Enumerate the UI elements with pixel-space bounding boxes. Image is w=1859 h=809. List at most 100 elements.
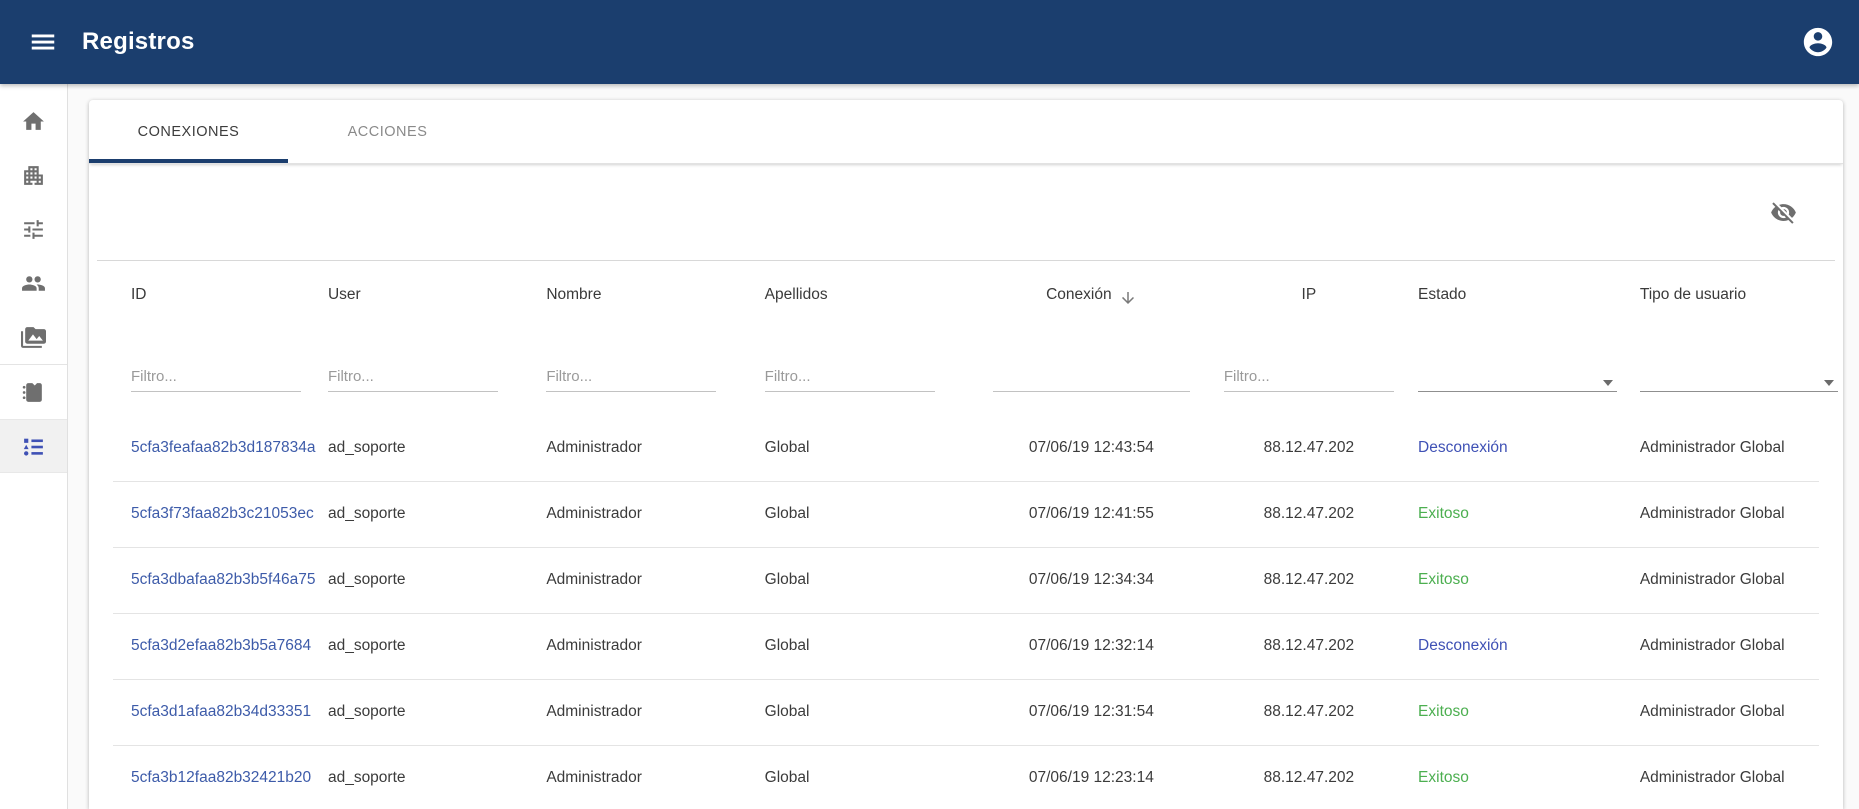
cell-ip: 88.12.47.202 [1200,547,1418,613]
sidebar-item-registros[interactable] [0,419,67,473]
tune-icon [21,217,46,242]
table-row: 5cfa3feafaa82b3d187834aad_soporteAdminis… [113,415,1819,481]
content-card: CONEXIONES ACCIONES [89,100,1843,809]
table-toolbar [89,164,1843,260]
cell-apellidos: Global [765,415,983,481]
sidebar-item-notebook[interactable] [0,365,67,419]
record-id-link[interactable]: 5cfa3dbafaa82b3b5f46a75 [131,571,315,588]
tab-acciones[interactable]: ACCIONES [288,100,487,163]
cell-user: ad_soporte [328,679,546,745]
cell-nombre: Administrador [546,415,764,481]
column-label-ip: IP [1302,286,1317,303]
menu-icon [28,27,58,57]
table-row: 5cfa3d1afaa82b34d33351 ad_soporte Administ… [113,679,1819,745]
cell-estado: Desconexión [1418,613,1640,679]
cell-apellidos: Global [765,481,983,547]
dropdown-arrow-icon [1824,380,1834,386]
sidebar-item-settings[interactable] [0,202,67,256]
filter-select-tipo[interactable] [1640,366,1838,392]
cell-ip: 88.12.47.202 [1200,613,1418,679]
column-header-user[interactable]: User [328,261,546,329]
tab-conexiones-label: CONEXIONES [138,124,240,140]
sidebar [0,84,68,809]
column-label-tipo: Tipo de usuario [1640,286,1746,303]
record-id-link[interactable]: 5cfa3b12faa82b32421b20 [131,769,311,786]
cell-id[interactable]: 5cfa3b12faa82b32421b20 [113,745,328,809]
record-id-link[interactable]: 5cfa3d1afaa82b34d33351 [131,703,311,720]
filter-input-id[interactable] [131,366,301,392]
column-header-ip[interactable]: IP [1200,261,1418,329]
cell-tipo: Administrador Global [1640,481,1819,547]
record-id-link[interactable]: 5cfa3f73faa82b3c21053ec [131,505,314,522]
sidebar-item-media[interactable] [0,310,67,364]
sidebar-item-buildings[interactable] [0,148,67,202]
table-row: 5cfa3f73faa82b3c21053ecad_soporteAdminis… [113,481,1819,547]
record-id-link[interactable]: 5cfa3d2efaa82b3b5a7684 [131,637,311,654]
sidebar-item-home[interactable] [0,94,67,148]
cell-apellidos: Global [765,745,983,809]
filter-input-apellidos[interactable] [765,366,935,392]
filter-select-estado[interactable] [1418,366,1617,392]
cell-id[interactable]: 5cfa3d2efaa82b3b5a7684 [113,613,328,679]
table-body: 5cfa3feafaa82b3d187834aad_soporteAdminis… [113,415,1819,809]
sort-descending-icon [1119,289,1137,307]
column-header-apellidos[interactable]: Apellidos [765,261,983,329]
column-header-id[interactable]: ID [113,261,328,329]
table-row: 5cfa3d2efaa82b3b5a7684ad_soporteAdminist… [113,613,1819,679]
column-label-nombre: Nombre [546,286,601,303]
cell-nombre: Administrador [546,547,764,613]
cell-conexion: 07/06/19 12:23:14 [983,745,1200,809]
menu-button[interactable] [22,21,64,63]
column-header-tipo[interactable]: Tipo de usuario [1640,261,1819,329]
table-wrapper: ID User Nombre Apellidos Conexión IP [97,260,1835,809]
cell-id[interactable]: 5cfa3dbafaa82b3b5f46a75 [113,547,328,613]
cell-nombre: Administrador [546,613,764,679]
cell-user: ad_soporte [328,745,546,809]
filter-input-conexion[interactable] [993,366,1190,392]
column-header-estado[interactable]: Estado [1418,261,1640,329]
visibility-toggle-button[interactable] [1764,193,1803,232]
filter-row [113,329,1819,415]
records-list-icon [21,434,46,459]
cell-conexion: 07/06/19 12:31:54 [983,679,1200,745]
filter-input-nombre[interactable] [546,366,716,392]
column-label-apellidos: Apellidos [765,286,828,303]
cell-nombre: Administrador [546,745,764,809]
cell-apellidos: Global [765,613,983,679]
cell-estado: Exitoso [1418,547,1640,613]
cell-nombre: Administrador [546,481,764,547]
account-button[interactable] [1795,19,1841,65]
cell-tipo: Administrador Global [1640,745,1819,809]
cell-tipo: Administrador Global [1640,547,1819,613]
cell-ip: 88.12.47.202 [1200,481,1418,547]
cell-conexion: 07/06/19 12:43:54 [983,415,1200,481]
cell-tipo: Administrador Global [1640,613,1819,679]
visibility-off-icon [1770,199,1797,226]
cell-ip: 88.12.47.202 [1200,679,1418,745]
cell-ip: 88.12.47.202 [1200,745,1418,809]
cell-id[interactable]: 5cfa3f73faa82b3c21053ec [113,481,328,547]
cell-user: ad_soporte [328,415,546,481]
notebook-icon [21,380,46,405]
cell-id[interactable]: 5cfa3d1afaa82b34d33351 [113,679,328,745]
column-label-conexion: Conexión [1046,286,1112,304]
cell-estado: Exitoso [1418,481,1640,547]
filter-input-ip[interactable] [1224,366,1394,392]
column-header-nombre[interactable]: Nombre [546,261,764,329]
record-id-link[interactable]: 5cfa3feafaa82b3d187834a [131,439,315,456]
table-row: 5cfa3b12faa82b32421b20ad_soporteAdminist… [113,745,1819,809]
tab-conexiones[interactable]: CONEXIONES [89,100,288,163]
cell-estado: Exitoso [1418,679,1640,745]
home-icon [21,109,46,134]
media-library-icon [21,325,46,350]
filter-input-user[interactable] [328,366,498,392]
page-title: Registros [82,28,195,56]
sidebar-item-users[interactable] [0,256,67,310]
cell-tipo: Administrador Global [1640,679,1819,745]
column-header-conexion[interactable]: Conexión [983,261,1200,329]
cell-id[interactable]: 5cfa3feafaa82b3d187834a [113,415,328,481]
cell-estado: Desconexión [1418,415,1640,481]
cell-conexion: 07/06/19 12:34:34 [983,547,1200,613]
tab-acciones-label: ACCIONES [348,124,428,140]
cell-tipo: Administrador Global [1640,415,1819,481]
